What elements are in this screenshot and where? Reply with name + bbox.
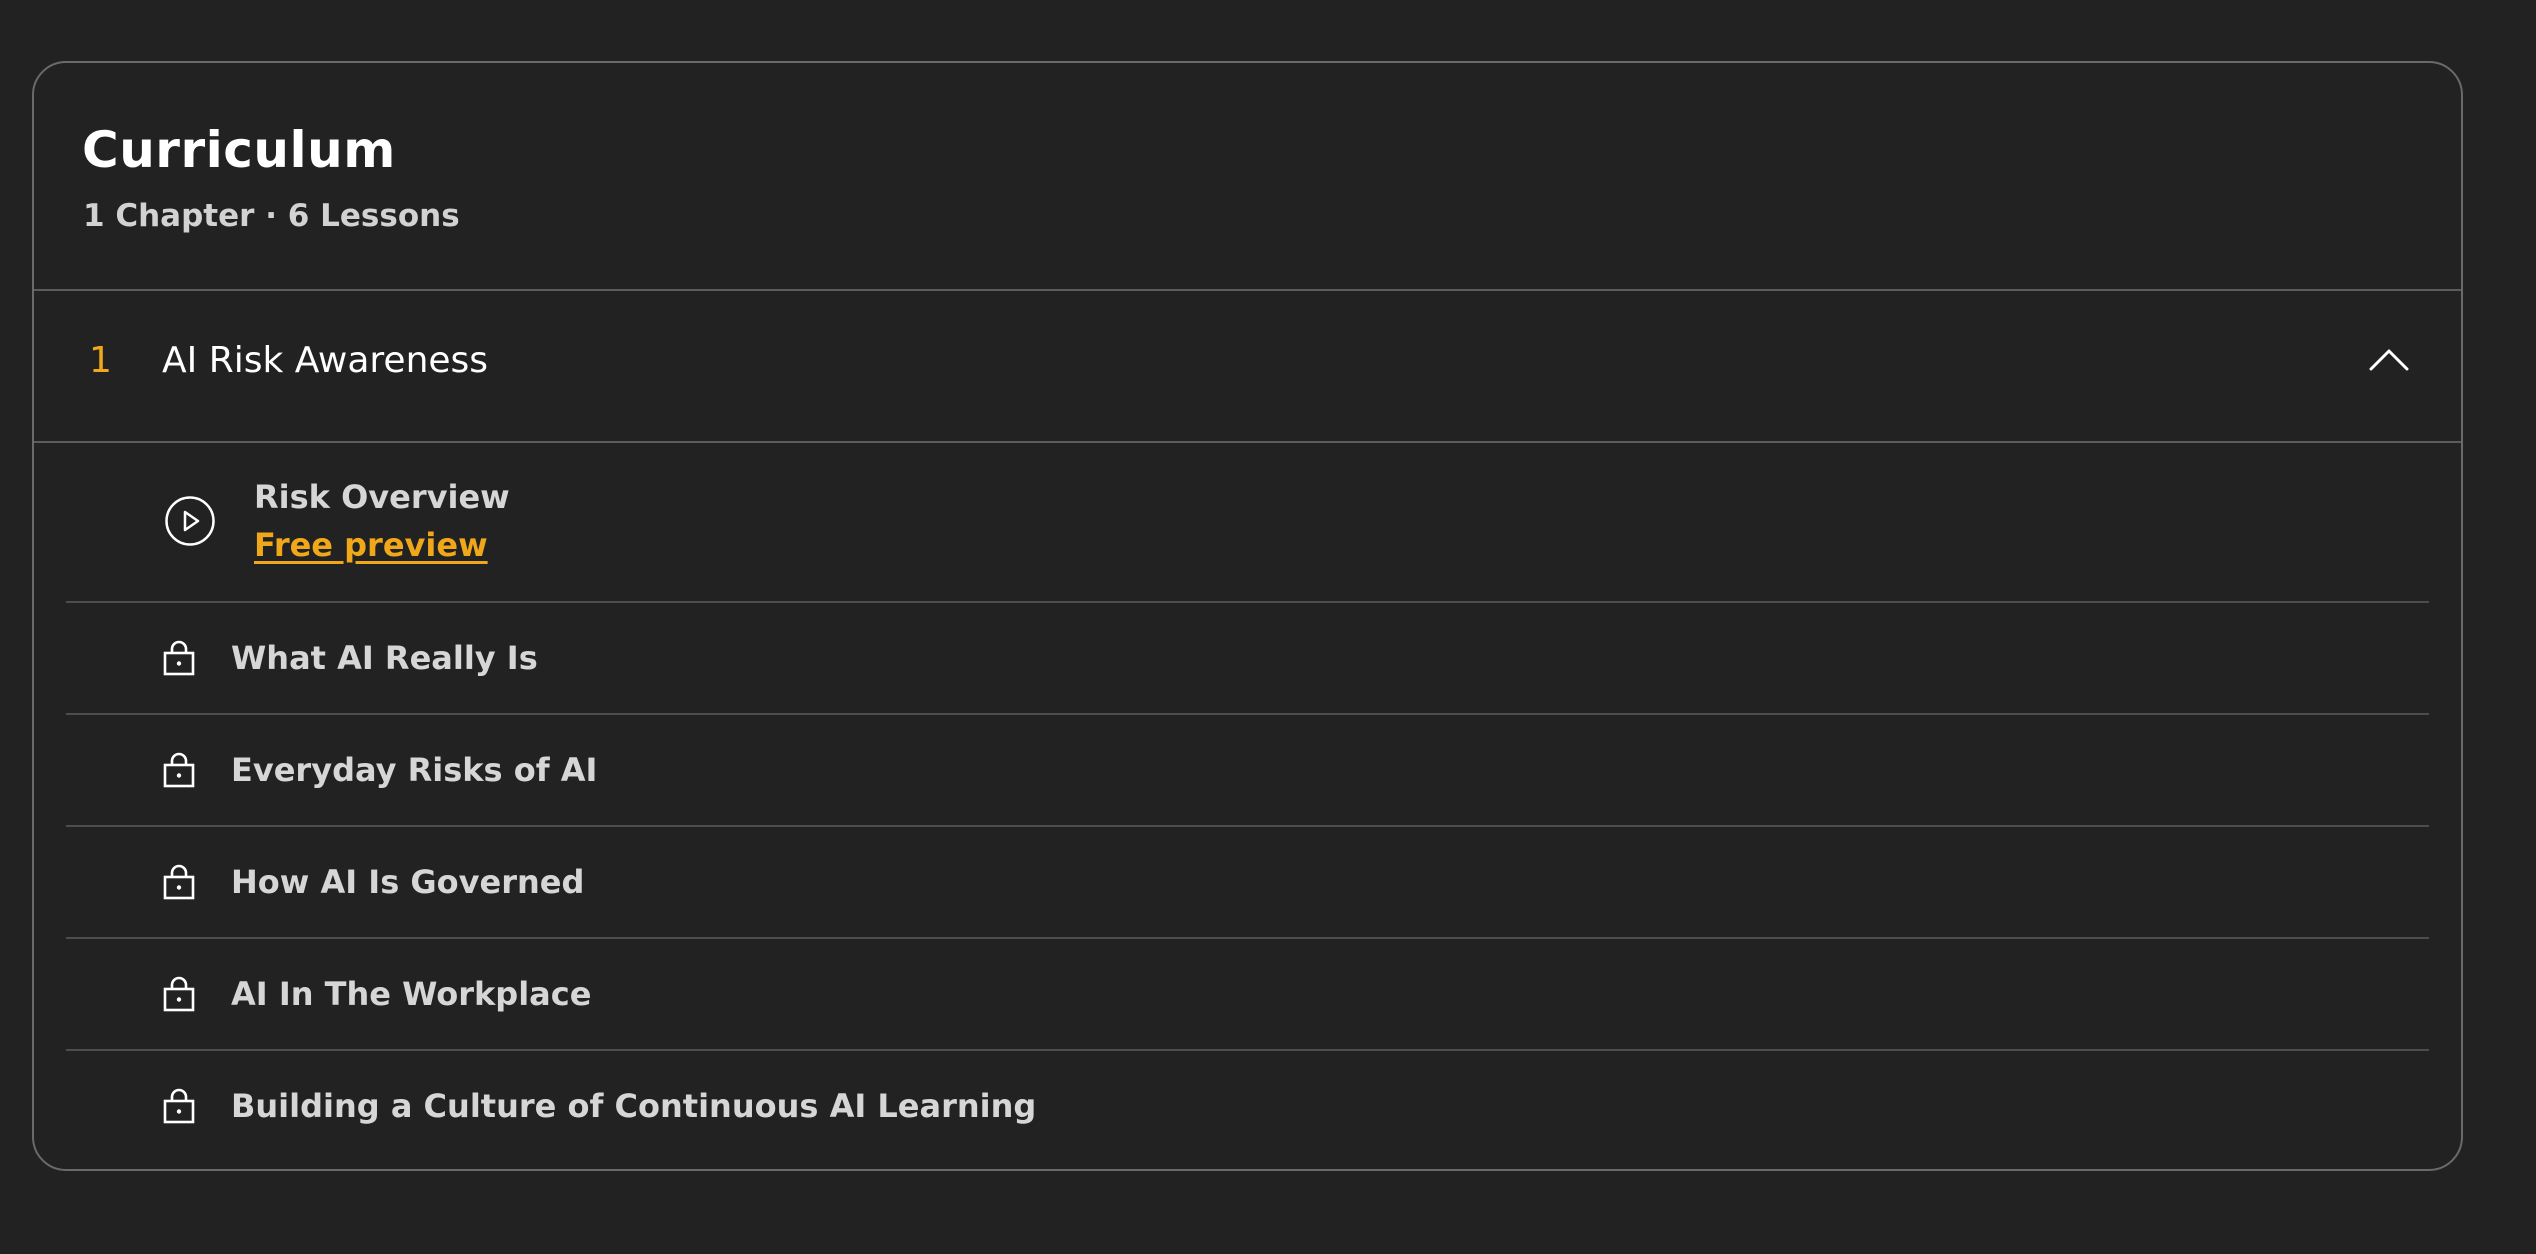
play-circle-icon[interactable]: [164, 495, 216, 547]
lesson-title: AI In The Workplace: [231, 975, 592, 1013]
lesson-title: How AI Is Governed: [231, 863, 585, 901]
free-preview-link[interactable]: Free preview: [254, 526, 488, 564]
list-item[interactable]: Building a Culture of Continuous AI Lear…: [66, 1051, 2429, 1163]
chevron-up-icon[interactable]: [2367, 344, 2411, 374]
list-item[interactable]: AI In The Workplace: [66, 939, 2429, 1051]
lock-icon: [163, 976, 195, 1012]
curriculum-title: Curriculum: [82, 121, 396, 179]
list-item[interactable]: Risk Overview Free preview: [66, 442, 2429, 603]
curriculum-card: Curriculum 1 Chapter · 6 Lessons 1 AI Ri…: [32, 61, 2463, 1171]
list-item[interactable]: Everyday Risks of AI: [66, 715, 2429, 827]
lesson-title: What AI Really Is: [231, 639, 538, 677]
curriculum-summary: 1 Chapter · 6 Lessons: [83, 198, 460, 234]
curriculum-header: Curriculum 1 Chapter · 6 Lessons: [34, 63, 2461, 291]
chapter-title: AI Risk Awareness: [162, 340, 489, 381]
lesson-title: Building a Culture of Continuous AI Lear…: [231, 1087, 1037, 1125]
chapter-header[interactable]: 1 AI Risk Awareness: [34, 290, 2461, 443]
lesson-list: Risk Overview Free preview What AI Reall…: [66, 442, 2429, 1163]
list-item[interactable]: What AI Really Is: [66, 603, 2429, 715]
chapter-number: 1: [89, 340, 112, 381]
lock-icon: [163, 640, 195, 676]
lesson-title: Risk Overview: [254, 478, 510, 516]
lock-icon: [163, 752, 195, 788]
lesson-title: Everyday Risks of AI: [231, 751, 598, 789]
lock-icon: [163, 1088, 195, 1124]
list-item[interactable]: How AI Is Governed: [66, 827, 2429, 939]
lock-icon: [163, 864, 195, 900]
